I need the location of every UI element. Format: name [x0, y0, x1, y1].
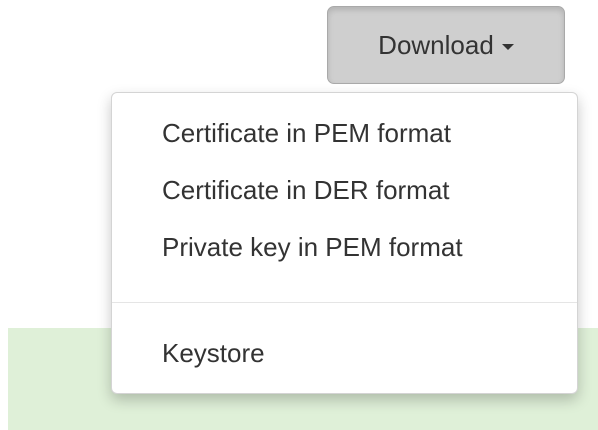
- caret-down-icon: [501, 44, 514, 50]
- download-button-label: Download: [378, 29, 494, 60]
- menu-item-certificate-pem[interactable]: Certificate in PEM format: [162, 118, 451, 148]
- menu-item-private-key-pem[interactable]: Private key in PEM format: [162, 232, 463, 262]
- menu-item-certificate-der[interactable]: Certificate in DER format: [162, 175, 450, 205]
- menu-divider: [112, 302, 577, 303]
- download-button[interactable]: Download: [327, 6, 565, 84]
- menu-item-keystore[interactable]: Keystore: [162, 338, 265, 368]
- download-dropdown-menu: Certificate in PEM format Certificate in…: [111, 92, 578, 394]
